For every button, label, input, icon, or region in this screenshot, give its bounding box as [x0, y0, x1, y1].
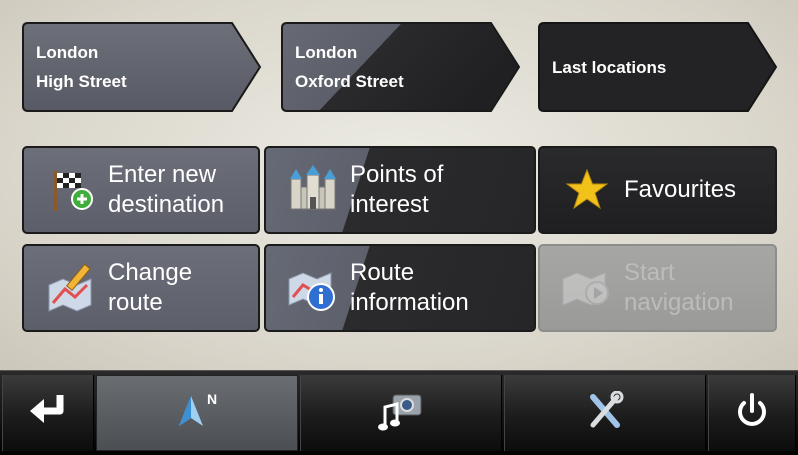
bottom-toolbar: N — [0, 370, 798, 455]
tile-label: Favourites — [624, 176, 737, 203]
enter-new-destination-button[interactable]: Enter new destination — [22, 146, 260, 234]
north-label: N — [206, 391, 218, 407]
favourites-button[interactable]: Favourites — [538, 146, 777, 234]
back-arrow-icon — [26, 391, 70, 436]
tile-label: Change route — [108, 259, 193, 316]
map-pencil-icon — [44, 261, 98, 315]
tile-label: Enter new destination — [108, 161, 225, 218]
power-button[interactable] — [708, 375, 796, 451]
last-locations-label: Last locations — [552, 57, 667, 77]
tile-label: Points of interest — [350, 161, 444, 218]
settings-button[interactable] — [504, 375, 706, 451]
route-information-button[interactable]: Route information — [264, 244, 536, 332]
back-button[interactable] — [2, 375, 94, 451]
last-locations-button[interactable]: Last locations — [538, 22, 778, 112]
recent-location-oxford-street[interactable]: London Oxford Street — [281, 22, 521, 112]
checkered-flag-add-icon — [44, 163, 98, 217]
map-view-button[interactable]: N — [96, 375, 298, 451]
start-navigation-button: Start navigation — [538, 244, 777, 332]
points-of-interest-button[interactable]: Points of interest — [264, 146, 536, 234]
tools-icon — [585, 390, 625, 436]
change-route-button[interactable]: Change route — [22, 244, 260, 332]
recent-street: Oxford Street — [295, 72, 404, 91]
map-play-icon — [560, 261, 614, 315]
star-icon — [560, 163, 614, 217]
tile-label: Route information — [350, 259, 469, 316]
recent-city: London — [295, 43, 358, 62]
recent-city: London — [36, 43, 99, 62]
media-button[interactable] — [300, 375, 502, 451]
recent-location-high-street[interactable]: London High Street — [22, 22, 262, 112]
power-icon — [733, 391, 771, 436]
map-info-icon — [286, 261, 340, 315]
compass-north-icon — [177, 394, 205, 433]
castle-icon — [286, 163, 340, 217]
tile-label: Start navigation — [624, 259, 734, 316]
media-camera-icon — [377, 391, 425, 436]
recent-street: High Street — [36, 72, 127, 91]
